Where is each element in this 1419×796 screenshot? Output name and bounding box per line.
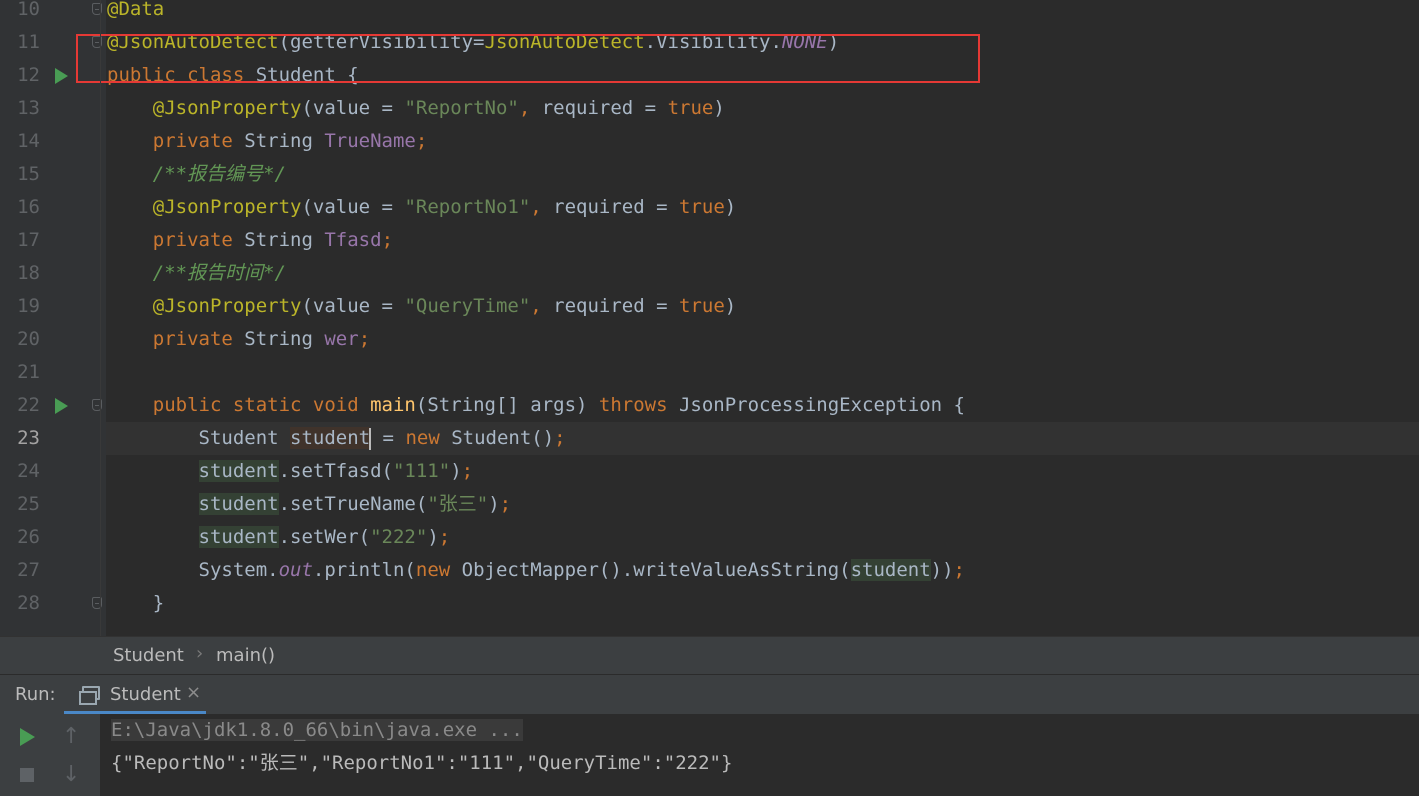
console-command[interactable]: E:\Java\jdk1.8.0_66\bin\java.exe ... (111, 719, 523, 741)
line-number: 22 (17, 394, 40, 416)
code-line: 25 student.setTrueName("张三"); (0, 488, 1419, 521)
tab-student[interactable]: Student × (64, 675, 206, 714)
code-line: 16 @JsonProperty(value = "ReportNo1", re… (0, 191, 1419, 224)
line-number: 10 (17, 0, 40, 20)
indent-guide (100, 0, 101, 636)
code-line: 21 (0, 356, 1419, 389)
breadcrumb-method[interactable]: main() (216, 645, 275, 666)
code-line: 17 private String Tfasd; (0, 224, 1419, 257)
code-text: @JsonProperty(value = "QueryTime", requi… (152, 295, 737, 317)
line-number: 17 (17, 229, 40, 251)
code-text: /**报告时间*/ (152, 262, 286, 284)
line-number: 27 (17, 559, 40, 581)
line-number: 20 (17, 328, 40, 350)
code-line: 20 private String wer; (0, 323, 1419, 356)
close-icon[interactable]: × (186, 682, 201, 703)
code-line: 10 @Data (0, 0, 1419, 26)
run-icon[interactable] (55, 398, 68, 414)
code-text: @Data (107, 0, 165, 20)
code-text: student.setWer("222"); (198, 526, 451, 548)
line-number: 13 (17, 97, 40, 119)
code-text: private String Tfasd; (152, 229, 394, 251)
tab-label: Student (110, 684, 181, 705)
breadcrumb: Student › main() (0, 636, 1419, 674)
line-number: 11 (17, 31, 40, 53)
run-panel-header: Run: Student × (0, 674, 1419, 714)
code-line: 15 /**报告编号*/ (0, 158, 1419, 191)
code-line: 13 @JsonProperty(value = "ReportNo", req… (0, 92, 1419, 125)
line-number: 12 (17, 64, 40, 86)
breadcrumb-separator: › (196, 643, 204, 664)
code-text: student.setTfasd("111"); (198, 460, 474, 482)
arrow-up-icon[interactable]: ↑ (62, 724, 80, 749)
code-text: @JsonProperty(value = "ReportNo", requir… (152, 97, 725, 119)
line-number: 16 (17, 196, 40, 218)
line-number: 23 (17, 427, 40, 449)
console-line: E:\Java\jdk1.8.0_66\bin\java.exe ... (111, 714, 523, 747)
line-number: 26 (17, 526, 40, 548)
run-icon[interactable] (20, 728, 35, 746)
line-number: 14 (17, 130, 40, 152)
code-text: Student student = new Student(); (107, 427, 566, 450)
console-output[interactable]: E:\Java\jdk1.8.0_66\bin\java.exe ... {"R… (100, 714, 1419, 796)
code-line: 27 System.out.println(new ObjectMapper()… (0, 554, 1419, 587)
line-number: 18 (17, 262, 40, 284)
code-text: System.out.println(new ObjectMapper().wr… (107, 559, 965, 581)
line-number: 19 (17, 295, 40, 317)
code-text: @JsonProperty(value = "ReportNo1", requi… (152, 196, 737, 218)
code-text: private String wer; (152, 328, 371, 350)
code-text: student.setTrueName("张三"); (198, 493, 512, 515)
code-text: /**报告编号*/ (152, 163, 286, 185)
code-line: 23 Student student = new Student(); (0, 422, 1419, 455)
code-editor[interactable]: 10 @Data 11 @JsonAutoDetect(getterVisibilit… (0, 0, 1419, 636)
code-text: private String TrueName; (152, 130, 428, 152)
code-line: 26 student.setWer("222"); (0, 521, 1419, 554)
console-line: {"ReportNo":"张三","ReportNo1":"111","Quer… (111, 752, 733, 774)
line-number: 24 (17, 460, 40, 482)
code-line: 24 student.setTfasd("111"); (0, 455, 1419, 488)
run-toolbar: ↑ ↓ (0, 714, 100, 796)
line-number: 28 (17, 592, 40, 614)
code-line: 22 public static void main(String[] args… (0, 389, 1419, 422)
run-icon[interactable] (55, 68, 68, 84)
annotation-highlight-box (76, 34, 980, 83)
code-line: 14 private String TrueName; (0, 125, 1419, 158)
run-label: Run: (15, 684, 56, 705)
breadcrumb-class[interactable]: Student (113, 645, 184, 666)
line-number: 25 (17, 493, 40, 515)
code-line: 18 /**报告时间*/ (0, 257, 1419, 290)
line-number: 21 (17, 361, 40, 383)
code-line: 19 @JsonProperty(value = "QueryTime", re… (0, 290, 1419, 323)
line-number: 15 (17, 163, 40, 185)
code-line: 28 } (0, 587, 1419, 620)
code-text: } (107, 592, 165, 614)
stop-icon[interactable] (20, 768, 34, 782)
arrow-down-icon[interactable]: ↓ (62, 762, 80, 787)
code-text: public static void main(String[] args) t… (152, 394, 965, 416)
console-icon (79, 686, 100, 705)
